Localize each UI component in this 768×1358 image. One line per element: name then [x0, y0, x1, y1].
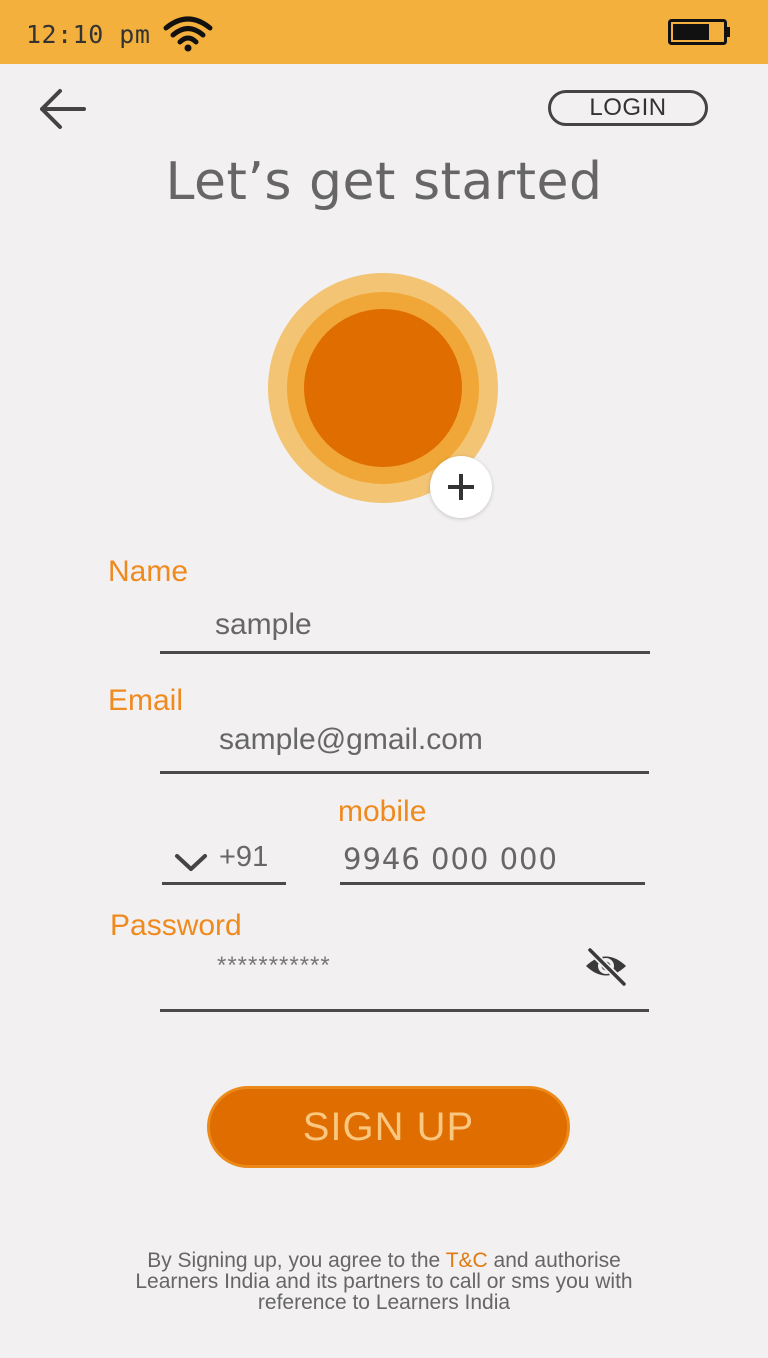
password-field[interactable]: ***********: [160, 944, 580, 1010]
battery-icon: [668, 19, 730, 45]
terms-notice: By Signing up, you agree to the T&C and …: [0, 1250, 768, 1313]
chevron-down-icon: [175, 854, 207, 871]
mobile-label: mobile: [338, 795, 427, 828]
terms-line-1: By Signing up, you agree to the T&C and …: [0, 1250, 768, 1271]
email-underline: [160, 771, 649, 774]
mobile-field[interactable]: 9946 000 000: [340, 836, 646, 884]
wifi-icon: [163, 16, 213, 52]
email-value: sample@gmail.com: [219, 723, 483, 756]
name-underline: [160, 651, 650, 654]
eye-off-icon: [586, 946, 628, 988]
password-visibility-toggle[interactable]: [582, 944, 630, 988]
email-label: Email: [108, 684, 184, 717]
login-button[interactable]: LOGIN: [548, 90, 708, 126]
add-photo-button[interactable]: [430, 456, 492, 518]
country-code-select[interactable]: +91: [162, 838, 286, 886]
name-field[interactable]: sample: [160, 600, 650, 656]
arrow-left-icon: [40, 89, 86, 129]
country-code-value: +91: [219, 841, 269, 873]
back-button[interactable]: [36, 86, 90, 132]
name-value: sample: [215, 608, 312, 641]
terms-prefix: By Signing up, you agree to the: [147, 1249, 446, 1272]
mobile-value: 9946 000 000: [343, 842, 558, 876]
terms-link[interactable]: T&C: [446, 1249, 488, 1272]
mobile-underline: [340, 882, 645, 885]
terms-line-2: Learners India and its partners to call …: [135, 1270, 633, 1293]
sign-up-button[interactable]: SIGN UP: [207, 1086, 570, 1168]
password-value: ***********: [217, 952, 331, 979]
terms-line-3: reference to Learners India: [257, 1291, 511, 1314]
avatar-inner-circle: [304, 309, 462, 467]
status-time: 12:10 pm: [26, 20, 151, 49]
country-code-underline: [162, 882, 286, 885]
status-bar: 12:10 pm: [0, 0, 768, 64]
name-label: Name: [108, 555, 189, 588]
password-label: Password: [110, 909, 242, 942]
page-title: Let’s get started: [165, 152, 603, 212]
terms-suffix: and authorise: [487, 1249, 621, 1272]
password-underline: [160, 1009, 649, 1012]
email-field[interactable]: sample@gmail.com: [160, 716, 650, 774]
plus-icon: [448, 474, 474, 500]
